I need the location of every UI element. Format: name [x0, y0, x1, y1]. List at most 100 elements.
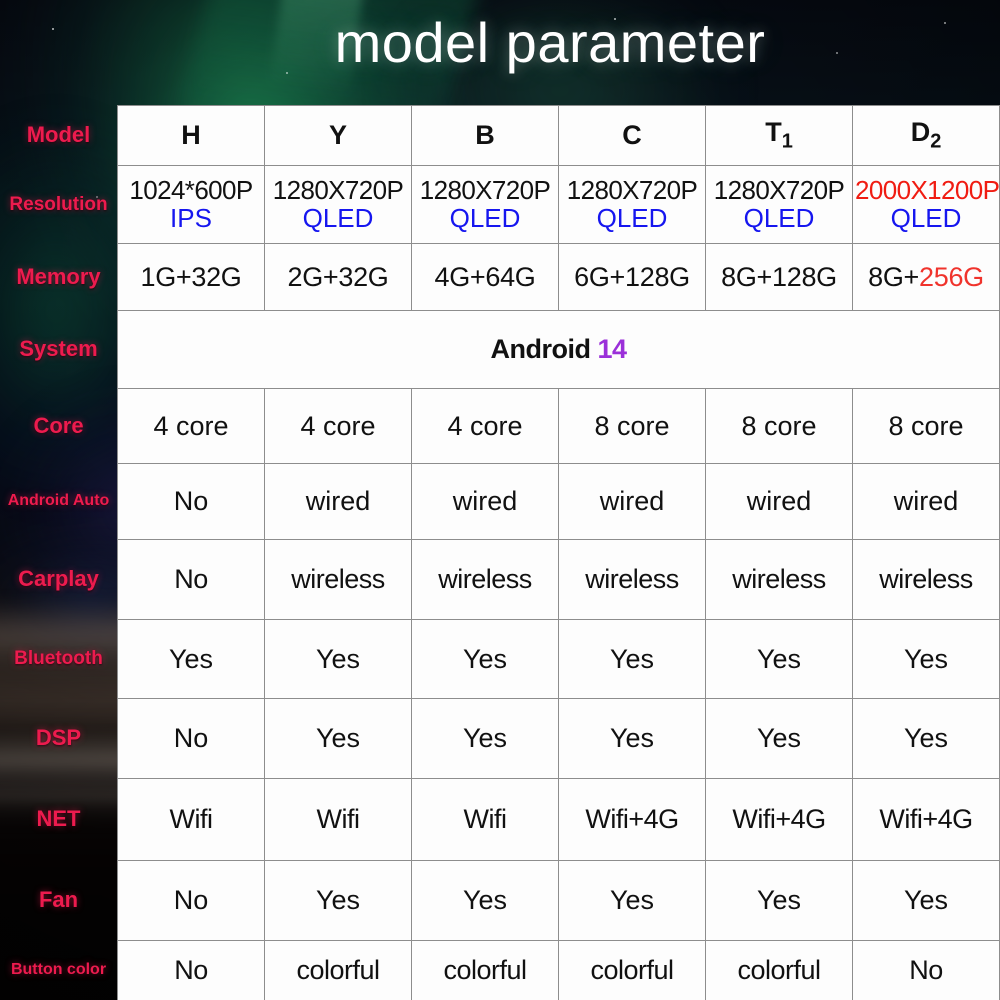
net-value: Wifi+4G [732, 804, 826, 834]
model-name: C [622, 120, 642, 150]
cell-android-auto-D: wired [852, 463, 1000, 540]
panel-type: QLED [890, 202, 962, 233]
cell-net-D: Wifi+4G [852, 778, 1000, 861]
cell-button-color-T: colorful [705, 940, 853, 1000]
button-color-value: No [909, 955, 943, 985]
memory-base: 8G+128G [721, 261, 837, 292]
cell-system-all: Android 14 [117, 310, 1000, 389]
row-label-bluetooth: Bluetooth [14, 648, 103, 669]
row-label-rail: Model Resolution Memory System Core Android A… [0, 105, 117, 1000]
android-auto-value: wired [746, 486, 812, 516]
cell-memory-Y: 2G+32G [264, 243, 412, 311]
carplay-value: wireless [585, 564, 679, 594]
cell-model-Y: Y [264, 105, 412, 166]
cell-dsp-B: Yes [411, 698, 559, 779]
fan-value: Yes [903, 885, 949, 915]
core-value: 4 core [447, 410, 523, 441]
cell-bluetooth-D: Yes [852, 619, 1000, 699]
cell-resolution-B: 1280X720P QLED [411, 165, 559, 244]
table-row-model: H Y B C T1 D2 [117, 105, 1000, 166]
resolution-value: 1280X720P [566, 174, 698, 205]
table-row-memory: 1G+32G 2G+32G 4G+64G 6G+128G 8G+128G 8G+256G [117, 243, 1000, 311]
table-row-android-auto: No wired wired wired wired wired [117, 463, 1000, 540]
model-name: B [475, 120, 495, 150]
net-value: Wifi [463, 804, 507, 834]
cell-dsp-D: Yes [852, 698, 1000, 779]
cell-android-auto-Y: wired [264, 463, 412, 540]
table-row-dsp: No Yes Yes Yes Yes Yes [117, 698, 1000, 779]
table-row-system: Android 14 [117, 310, 1000, 389]
core-value: 4 core [300, 410, 376, 441]
cell-bluetooth-Y: Yes [264, 619, 412, 699]
button-color-value: colorful [590, 955, 674, 985]
panel-type: QLED [596, 202, 668, 233]
cell-model-B: B [411, 105, 559, 166]
dsp-value: Yes [609, 723, 655, 753]
cell-android-auto-B: wired [411, 463, 559, 540]
row-label-resolution: Resolution [9, 193, 108, 215]
cell-net-B: Wifi [411, 778, 559, 861]
cell-resolution-D: 2000X1200P QLED [852, 165, 1000, 244]
cell-carplay-B: wireless [411, 539, 559, 620]
table-row-bluetooth: Yes Yes Yes Yes Yes Yes [117, 619, 1000, 699]
panel-type: IPS [170, 202, 212, 233]
carplay-value: No [174, 564, 208, 594]
cell-button-color-C: colorful [558, 940, 706, 1000]
table-row-net: Wifi Wifi Wifi Wifi+4G Wifi+4G Wifi+4G [117, 778, 1000, 861]
cell-core-T: 8 core [705, 388, 853, 464]
row-label-carplay: Carplay [18, 566, 99, 591]
cell-net-T: Wifi+4G [705, 778, 853, 861]
core-value: 8 core [888, 410, 964, 441]
table-row-carplay: No wireless wireless wireless wireless wirele… [117, 539, 1000, 620]
table-row-core: 4 core 4 core 4 core 8 core 8 core 8 core [117, 388, 1000, 464]
cell-fan-H: No [117, 860, 265, 941]
cell-android-auto-T: wired [705, 463, 853, 540]
cell-carplay-T: wireless [705, 539, 853, 620]
cell-button-color-B: colorful [411, 940, 559, 1000]
cell-carplay-H: No [117, 539, 265, 620]
row-label-dsp: DSP [35, 725, 82, 750]
cell-dsp-C: Yes [558, 698, 706, 779]
button-color-value: colorful [737, 955, 821, 985]
fan-value: Yes [609, 885, 655, 915]
fan-value: Yes [756, 885, 802, 915]
cell-button-color-Y: colorful [264, 940, 412, 1000]
cell-dsp-H: No [117, 698, 265, 779]
android-auto-value: wired [305, 486, 371, 516]
cell-resolution-C: 1280X720P QLED [558, 165, 706, 244]
os-version: 14 [597, 334, 627, 364]
fan-value: No [173, 885, 209, 915]
cell-net-C: Wifi+4G [558, 778, 706, 861]
net-value: Wifi [316, 804, 360, 834]
row-label-model: Model [26, 122, 91, 147]
cell-fan-C: Yes [558, 860, 706, 941]
dsp-value: No [173, 723, 209, 753]
button-color-value: colorful [296, 955, 380, 985]
panel-type: QLED [449, 202, 521, 233]
resolution-value: 1280X720P [419, 174, 551, 205]
cell-bluetooth-B: Yes [411, 619, 559, 699]
android-auto-value: wired [599, 486, 665, 516]
model-subscript: 2 [930, 130, 942, 153]
cell-core-H: 4 core [117, 388, 265, 464]
memory-base: 8G+ [868, 261, 920, 292]
cell-carplay-Y: wireless [264, 539, 412, 620]
bluetooth-value: Yes [168, 643, 214, 674]
model-name: T [765, 117, 782, 148]
cell-carplay-C: wireless [558, 539, 706, 620]
row-label-memory: Memory [16, 263, 101, 289]
cell-resolution-T: 1280X720P QLED [705, 165, 853, 244]
cell-dsp-T: Yes [705, 698, 853, 779]
memory-base: 2G+32G [287, 261, 389, 292]
resolution-value: 1024*600P [129, 174, 253, 205]
cell-button-color-D: No [852, 940, 1000, 1000]
dsp-value: Yes [315, 723, 361, 753]
cell-fan-B: Yes [411, 860, 559, 941]
panel-type: QLED [302, 202, 374, 233]
bluetooth-value: Yes [315, 643, 361, 674]
cell-button-color-H: No [117, 940, 265, 1000]
cell-bluetooth-H: Yes [117, 619, 265, 699]
table-row-button-color: No colorful colorful colorful colorful No [117, 940, 1000, 1000]
row-label-fan: Fan [38, 887, 79, 912]
cell-model-T: T1 [705, 105, 853, 166]
